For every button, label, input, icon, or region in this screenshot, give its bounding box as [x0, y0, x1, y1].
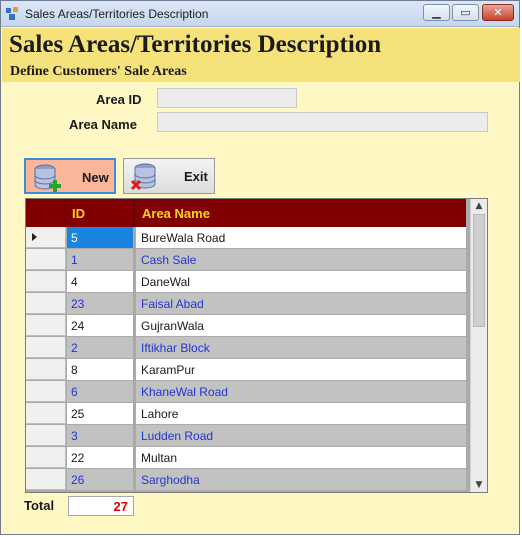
title-bar[interactable]: Sales Areas/Territories Description ▁ ▭ … — [1, 1, 519, 27]
cell-id[interactable]: 6 — [67, 381, 135, 402]
cell-id[interactable]: 3 — [67, 425, 135, 446]
cell-area-name[interactable]: KaramPur — [136, 359, 466, 380]
scroll-down-icon[interactable]: ▼ — [471, 478, 487, 492]
page-subtitle: Define Customers' Sale Areas — [10, 64, 187, 79]
header-banner: Sales Areas/Territories Description Defi… — [2, 28, 520, 82]
row-selector[interactable] — [26, 447, 66, 468]
cell-id[interactable]: 8 — [67, 359, 135, 380]
column-header-id[interactable]: ID — [67, 199, 135, 227]
cell-area-name[interactable]: KhaneWal Road — [136, 381, 466, 402]
cell-area-name[interactable]: BureWala Road — [136, 227, 466, 248]
cell-id[interactable]: 1 — [67, 249, 135, 270]
vertical-scrollbar[interactable]: ▲ ▼ — [470, 199, 487, 492]
table-row[interactable]: 26 Sarghodha — [26, 469, 466, 491]
row-selector[interactable] — [26, 425, 66, 446]
cell-area-name[interactable]: Ludden Road — [136, 425, 466, 446]
cell-id[interactable]: 5 — [67, 227, 135, 248]
cell-id[interactable]: 26 — [67, 469, 135, 490]
cell-area-name[interactable]: Faisal Abad — [136, 293, 466, 314]
row-selector[interactable] — [26, 315, 66, 336]
app-window: Sales Areas/Territories Description ▁ ▭ … — [0, 0, 520, 535]
app-icon — [6, 7, 18, 20]
row-header-corner[interactable] — [26, 199, 66, 227]
minimize-button[interactable]: ▁ — [423, 4, 450, 21]
cell-area-name[interactable]: DaneWal — [136, 271, 466, 292]
total-count-field: 27 — [68, 496, 134, 516]
cell-area-name[interactable]: Iftikhar Block — [136, 337, 466, 358]
area-name-field[interactable] — [157, 112, 488, 132]
cell-id[interactable]: 4 — [67, 271, 135, 292]
cell-id[interactable]: 22 — [67, 447, 135, 468]
cell-id[interactable]: 24 — [67, 315, 135, 336]
total-label: Total — [24, 498, 55, 513]
areas-grid[interactable]: ID Area Name 5 BureWala Road 1 Cash Sale 4 Da… — [25, 198, 488, 493]
window-title: Sales Areas/Territories Description — [25, 7, 209, 21]
table-row[interactable]: 25 Lahore — [26, 403, 466, 425]
table-row[interactable]: 2 Iftikhar Block — [26, 337, 466, 359]
row-selector[interactable] — [26, 271, 66, 292]
row-selector[interactable] — [26, 381, 66, 402]
maximize-button[interactable]: ▭ — [452, 4, 479, 21]
scroll-up-icon[interactable]: ▲ — [471, 199, 487, 213]
cell-area-name[interactable]: Sarghodha — [136, 469, 466, 490]
area-id-label: Area ID — [96, 92, 142, 107]
cell-id[interactable]: 23 — [67, 293, 135, 314]
row-selector[interactable] — [26, 227, 66, 248]
table-row[interactable]: 6 KhaneWal Road — [26, 381, 466, 403]
database-add-icon — [34, 164, 61, 192]
database-delete-icon — [130, 163, 156, 191]
table-row[interactable]: 22 Multan — [26, 447, 466, 469]
exit-button[interactable]: Exit — [123, 158, 215, 194]
new-button-label: New — [82, 170, 109, 185]
row-selector[interactable] — [26, 337, 66, 358]
exit-button-label: Exit — [184, 169, 208, 184]
cell-id[interactable]: 25 — [67, 403, 135, 424]
table-row[interactable]: 1 Cash Sale — [26, 249, 466, 271]
row-selector[interactable] — [26, 359, 66, 380]
row-selector[interactable] — [26, 469, 66, 490]
cell-area-name[interactable]: Lahore — [136, 403, 466, 424]
scroll-thumb[interactable] — [473, 214, 485, 327]
current-row-pointer-icon — [32, 233, 37, 241]
page-title: Sales Areas/Territories Description — [9, 31, 382, 58]
cell-id[interactable]: 2 — [67, 337, 135, 358]
row-selector[interactable] — [26, 293, 66, 314]
area-name-label: Area Name — [69, 117, 137, 132]
column-header-area-name[interactable]: Area Name — [136, 199, 466, 227]
new-button[interactable]: New — [24, 158, 116, 194]
table-row[interactable]: 8 KaramPur — [26, 359, 466, 381]
table-row[interactable]: 3 Ludden Road — [26, 425, 466, 447]
row-selector[interactable] — [26, 249, 66, 270]
cell-area-name[interactable]: Cash Sale — [136, 249, 466, 270]
area-id-field[interactable] — [157, 88, 297, 108]
table-row[interactable]: 4 DaneWal — [26, 271, 466, 293]
cell-area-name[interactable]: GujranWala — [136, 315, 466, 336]
grid-header: ID Area Name — [26, 199, 466, 227]
table-row[interactable]: 5 BureWala Road — [26, 227, 466, 249]
table-row[interactable]: 24 GujranWala — [26, 315, 466, 337]
cell-area-name[interactable]: Multan — [136, 447, 466, 468]
close-button[interactable]: ✕ — [482, 4, 514, 21]
table-row[interactable]: 23 Faisal Abad — [26, 293, 466, 315]
row-selector[interactable] — [26, 403, 66, 424]
